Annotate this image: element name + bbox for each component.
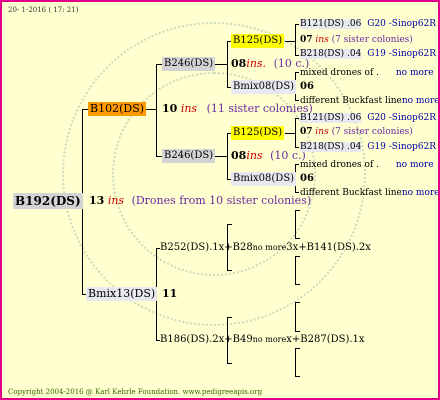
- ins-line: 08ins (10 c.): [231, 150, 306, 162]
- dam-parent-a: B121(DS) .06 G20 -Sinop62R: [300, 112, 436, 124]
- drone-mix-line: B252(DS).1x+B28no more3x+B141(DS).2x: [160, 242, 371, 254]
- footer-copyright: Copyright 2004-2016 @ Karl Kehrle Founda…: [8, 388, 263, 396]
- queen-ins-line: 10 ins (11 sister colonies): [162, 103, 313, 115]
- dam-ins-line: 07 ins (7 sister colonies): [300, 126, 413, 138]
- ins-note: (7 sister colonies): [331, 35, 413, 45]
- connector: [227, 317, 232, 318]
- father-sire-node[interactable]: Bmix13(DS): [86, 287, 158, 301]
- ins-count: 08: [231, 57, 247, 70]
- connector: [295, 72, 299, 73]
- connector: [146, 109, 157, 110]
- sire-count: 06: [300, 81, 314, 92]
- dam-parent-label: B218(DS) .04: [300, 142, 362, 152]
- dam-parent-code: G19 -Sinop62R: [367, 142, 437, 152]
- connector: [295, 302, 296, 331]
- dam-parent-label: B121(DS) .06: [300, 113, 362, 123]
- drone-mix-pre: B252(DS).1x+B28: [160, 242, 253, 253]
- connector: [285, 133, 296, 134]
- dam-parent-code: G20 -Sinop62R: [367, 113, 437, 123]
- connector: [295, 284, 300, 285]
- connector: [295, 302, 300, 303]
- mixed-label: mixed drones of .: [300, 160, 379, 170]
- mixed-label: mixed drones of .: [300, 68, 379, 78]
- connector: [227, 224, 232, 225]
- mixed-more: no more: [395, 160, 434, 170]
- dam-parent-label: B218(DS) .04: [300, 49, 362, 59]
- ins-count: 10: [162, 102, 178, 115]
- drone-mix-post: x+B287(DS).1x: [286, 334, 365, 345]
- dam-ins-line: 07 ins (7 sister colonies): [300, 34, 413, 46]
- queen-node[interactable]: B246(DS): [162, 149, 216, 163]
- connector: [295, 24, 299, 25]
- connector: [227, 270, 232, 271]
- mixed-line: mixed drones of . no more: [300, 67, 434, 79]
- buckfast-line: different Buckfast lineno more: [300, 95, 440, 107]
- drone-mix-pre: B186(DS).2x+B49: [160, 334, 253, 345]
- ins-note: (7 sister colonies): [331, 127, 413, 137]
- connector: [295, 55, 299, 56]
- connector: [295, 164, 299, 165]
- connector: [295, 118, 299, 119]
- dam-parent-code: G19 -Sinop62R: [367, 49, 437, 59]
- sire-node[interactable]: Bmix08(DS): [231, 172, 297, 186]
- ins-count: 08: [231, 149, 247, 162]
- ins-note: (11 sister colonies): [206, 102, 313, 115]
- buckfast-more: no more: [401, 188, 440, 198]
- header-date: 20- 1-2016 ( 17: 21): [8, 6, 79, 14]
- connector: [227, 363, 232, 364]
- dam-node[interactable]: B125(DS): [231, 126, 285, 140]
- buckfast-label: different Buckfast line: [300, 188, 402, 198]
- dam-parent-label: B121(DS) .06: [300, 19, 362, 29]
- dam-node[interactable]: B125(DS): [231, 34, 285, 48]
- connector: [295, 100, 299, 101]
- ins-word: ins.: [246, 57, 267, 70]
- ins-word: ins: [315, 127, 329, 137]
- ins-count: 13: [89, 194, 105, 207]
- connector: [295, 210, 296, 238]
- root-node[interactable]: B192(DS): [13, 193, 83, 209]
- connector: [156, 64, 157, 156]
- connector: [295, 348, 300, 349]
- drone-mix-more: no more: [252, 243, 287, 252]
- ins-word: ins: [315, 35, 329, 45]
- connector: [295, 210, 300, 211]
- drone-mix-post: 3x+B141(DS).2x: [286, 242, 371, 253]
- dam-parent-b: B218(DS) .04 G19 -Sinop62R: [300, 141, 436, 153]
- connector: [285, 41, 296, 42]
- dam-parent-code: G20 -Sinop62R: [367, 19, 437, 29]
- sire-node[interactable]: Bmix08(DS): [231, 80, 297, 94]
- pedigree-frame: 20- 1-2016 ( 17: 21) B192(DS) 13 ins (Dr…: [0, 0, 440, 400]
- connector: [295, 331, 300, 332]
- sire-count: 06: [300, 173, 314, 184]
- mixed-more: no more: [395, 68, 434, 78]
- drone-mix-line: B186(DS).2x+B49no morex+B287(DS).1x: [160, 334, 365, 346]
- queen-node[interactable]: B102(DS): [88, 102, 147, 116]
- ins-count: 07: [300, 35, 313, 45]
- connector: [295, 348, 296, 376]
- connector: [295, 256, 296, 284]
- connector: [295, 24, 296, 55]
- ins-word: ins: [107, 194, 125, 207]
- mixed-line: mixed drones of . no more: [300, 159, 434, 171]
- connector: [295, 147, 299, 148]
- ins-note: (Drones from 10 sister colonies): [131, 194, 312, 207]
- root-ins-line: 13 ins (Drones from 10 sister colonies): [89, 195, 311, 207]
- buckfast-line: different Buckfast lineno more: [300, 187, 440, 199]
- dam-parent-a: B121(DS) .06 G20 -Sinop62R: [300, 18, 436, 30]
- ins-line: 08ins. (10 c.): [231, 58, 309, 70]
- ins-word: ins: [180, 102, 198, 115]
- father-count: 11: [162, 287, 178, 300]
- ins-count: 07: [300, 127, 313, 137]
- connector: [295, 238, 300, 239]
- queen-node[interactable]: B246(DS): [162, 57, 216, 71]
- buckfast-more: no more: [401, 96, 440, 106]
- connector: [295, 256, 300, 257]
- connector: [295, 192, 299, 193]
- connector: [295, 376, 300, 377]
- dam-parent-b: B218(DS) .04 G19 -Sinop62R: [300, 48, 436, 60]
- buckfast-label: different Buckfast line: [300, 96, 402, 106]
- ins-word: ins: [246, 149, 263, 162]
- drone-mix-more: no more: [252, 335, 287, 344]
